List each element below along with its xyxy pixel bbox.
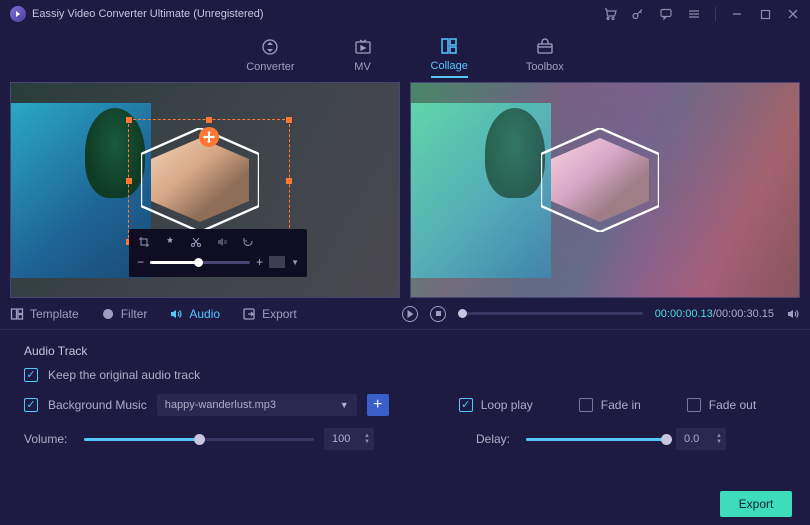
delay-label: Delay: bbox=[476, 432, 516, 446]
audio-section: Audio Track Keep the original audio trac… bbox=[0, 330, 810, 464]
hexagon-clip[interactable] bbox=[141, 128, 259, 232]
titlebar: Eassiy Video Converter Ultimate (Unregis… bbox=[0, 0, 810, 28]
template-icon bbox=[10, 307, 24, 321]
volume-icon[interactable] bbox=[786, 307, 800, 321]
cart-icon[interactable] bbox=[603, 7, 617, 21]
volume-label: Volume: bbox=[24, 432, 74, 446]
spin-down[interactable]: ▼ bbox=[716, 439, 722, 445]
loop-play-checkbox[interactable] bbox=[459, 398, 473, 412]
app-title: Eassiy Video Converter Ultimate (Unregis… bbox=[32, 8, 264, 20]
main-tabs: Converter MV Collage Toolbox bbox=[0, 28, 810, 82]
mv-icon bbox=[353, 37, 373, 57]
playback-track[interactable] bbox=[458, 312, 643, 315]
section-title: Audio Track bbox=[24, 344, 786, 358]
key-icon[interactable] bbox=[631, 7, 645, 21]
subtab-template[interactable]: Template bbox=[10, 307, 79, 321]
bg-music-label: Background Music bbox=[48, 398, 147, 412]
fade-in-label: Fade in bbox=[601, 398, 641, 412]
volume-slider[interactable] bbox=[84, 438, 314, 441]
export-button[interactable]: Export bbox=[720, 491, 792, 517]
maximize-button[interactable] bbox=[758, 7, 772, 21]
close-button[interactable] bbox=[786, 7, 800, 21]
fade-out-checkbox[interactable] bbox=[687, 398, 701, 412]
hexagon-clip-preview bbox=[541, 128, 659, 232]
chevron-down-icon: ▼ bbox=[340, 400, 349, 410]
footer: Export bbox=[0, 483, 810, 525]
subtab-audio[interactable]: Audio bbox=[169, 307, 220, 321]
delay-slider[interactable] bbox=[526, 438, 666, 441]
filter-icon bbox=[101, 307, 115, 321]
export-icon bbox=[242, 307, 256, 321]
zoom-out[interactable]: − bbox=[137, 255, 144, 269]
preview-panes: − + ▼ bbox=[0, 82, 810, 298]
volume-input[interactable]: 100 ▲▼ bbox=[324, 428, 374, 450]
reset-icon[interactable] bbox=[241, 235, 255, 249]
preview-left[interactable]: − + ▼ bbox=[10, 82, 400, 298]
bg-music-checkbox[interactable] bbox=[24, 398, 38, 412]
fade-in-checkbox[interactable] bbox=[579, 398, 593, 412]
play-button[interactable] bbox=[402, 306, 418, 322]
menu-icon[interactable] bbox=[687, 7, 701, 21]
cut-icon[interactable] bbox=[189, 235, 203, 249]
stop-button[interactable] bbox=[430, 306, 446, 322]
zoom-slider[interactable] bbox=[150, 261, 250, 264]
preview-right[interactable] bbox=[410, 82, 800, 298]
playback-time: 00:00:00.13/00:00:30.15 bbox=[655, 308, 774, 320]
midstrip: Template Filter Audio Export 00:00:00.13… bbox=[0, 298, 810, 330]
feedback-icon[interactable] bbox=[659, 7, 673, 21]
minimize-button[interactable] bbox=[730, 7, 744, 21]
subtab-export[interactable]: Export bbox=[242, 307, 297, 321]
audio-icon bbox=[169, 307, 183, 321]
effects-icon[interactable] bbox=[163, 235, 177, 249]
app-logo bbox=[10, 6, 26, 22]
toolbox-icon bbox=[535, 37, 555, 57]
mute-icon[interactable] bbox=[215, 235, 229, 249]
spin-down[interactable]: ▼ bbox=[364, 439, 370, 445]
tab-toolbox[interactable]: Toolbox bbox=[526, 33, 564, 77]
bg-music-select[interactable]: happy-wanderlust.mp3 ▼ bbox=[157, 394, 357, 416]
crop-icon[interactable] bbox=[137, 235, 151, 249]
add-music-button[interactable]: + bbox=[367, 394, 389, 416]
zoom-in[interactable]: + bbox=[256, 255, 263, 269]
aspect-ratio-button[interactable] bbox=[269, 256, 285, 268]
fade-out-label: Fade out bbox=[709, 398, 756, 412]
tab-collage[interactable]: Collage bbox=[431, 32, 468, 78]
move-icon[interactable] bbox=[199, 127, 219, 147]
keep-original-checkbox[interactable] bbox=[24, 368, 38, 382]
tab-mv[interactable]: MV bbox=[353, 33, 373, 77]
delay-input[interactable]: 0.0 ▲▼ bbox=[676, 428, 726, 450]
loop-play-label: Loop play bbox=[481, 398, 533, 412]
tab-converter[interactable]: Converter bbox=[246, 33, 294, 77]
clip-edit-toolbar: − + ▼ bbox=[129, 229, 307, 277]
keep-original-label: Keep the original audio track bbox=[48, 368, 200, 382]
collage-icon bbox=[439, 36, 459, 56]
converter-icon bbox=[260, 37, 280, 57]
subtab-filter[interactable]: Filter bbox=[101, 307, 148, 321]
